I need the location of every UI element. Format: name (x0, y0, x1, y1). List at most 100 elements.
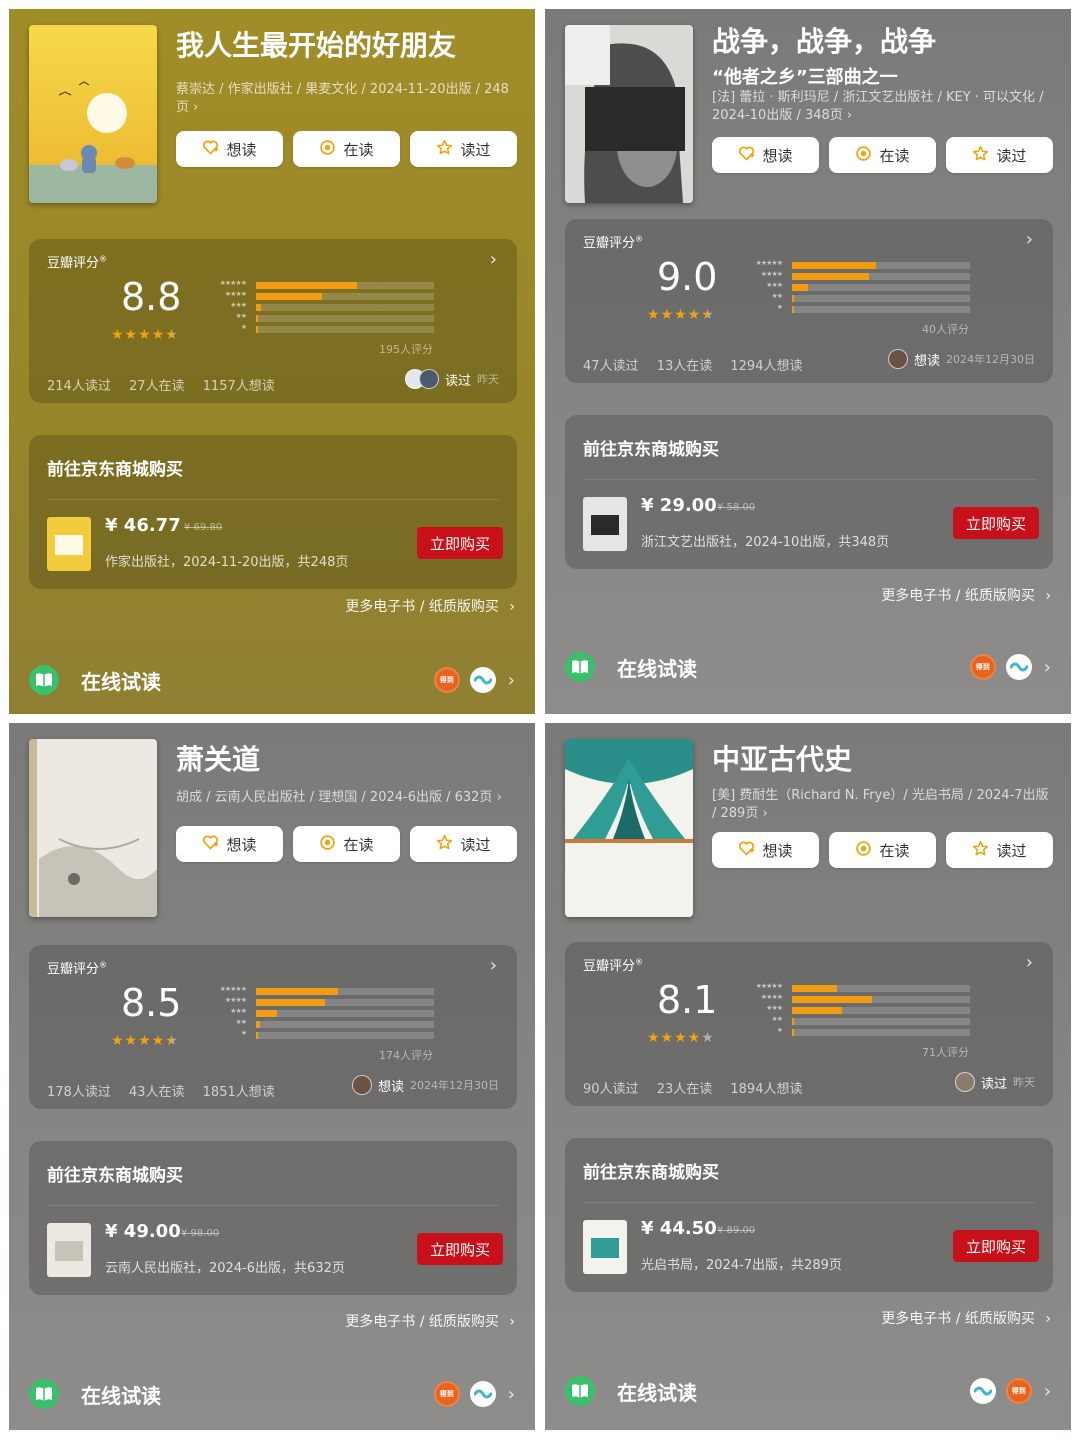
friend-avatar (351, 1075, 372, 1095)
have-read-button[interactable]: 读过 (946, 137, 1053, 173)
jd-original-price: ¥ 98.00 (181, 1228, 220, 1239)
online-trial-read[interactable]: 在线试读 (565, 652, 697, 682)
product-thumbnail[interactable] (583, 1220, 627, 1274)
star-level-label: ★★ (771, 292, 783, 300)
reading-button[interactable]: 在读 (829, 832, 936, 868)
rating-bar (792, 1029, 794, 1036)
reading-providers[interactable]: 得到 › (433, 1381, 515, 1407)
buy-now-button[interactable]: 立即购买 (953, 1230, 1039, 1262)
book-meta[interactable]: [法] 蕾拉 · 斯利玛尼 / 浙江文艺出版社 / KEY · 可以文化 / 2… (712, 89, 1057, 125)
book-cover[interactable] (565, 739, 693, 917)
star-level-label: ★ (240, 323, 247, 331)
product-thumbnail[interactable] (47, 517, 91, 571)
want-to-read-button[interactable]: 想读 (176, 826, 283, 862)
reading-providers[interactable]: 得到 › (969, 654, 1051, 680)
book-cover[interactable] (565, 25, 693, 203)
star-level-label: ★★★★ (224, 290, 247, 298)
book-cover[interactable] (29, 25, 157, 203)
jd-purchase-card: 前往京东商城购买 ¥ 46.77 ¥ 69.80 作家出版社，2024-11-2… (29, 435, 517, 589)
more-purchase-link[interactable]: 更多电子书 / 纸质版购买 › (881, 1308, 1051, 1328)
book-meta[interactable]: 胡成 / 云南人民出版社 / 理想国 / 2024-6出版 / 632页 › (176, 789, 521, 807)
buy-now-button[interactable]: 立即购买 (417, 1233, 503, 1265)
wechat-read-app-icon[interactable] (1005, 654, 1032, 680)
rating-stars: ★★★★★ (111, 1033, 179, 1049)
chevron-right-icon: › (489, 955, 497, 976)
jd-price: ¥ 46.77 (105, 515, 181, 536)
friend-activity[interactable]: 读过 昨天 (954, 1072, 1035, 1092)
friend-activity[interactable]: 读过 昨天 (404, 369, 499, 389)
dedao-app-icon[interactable]: 得到 (1005, 1378, 1032, 1404)
friend-avatar (954, 1072, 975, 1092)
read-count: 90人读过 (583, 1082, 639, 1097)
jd-product-info: 云南人民出版社，2024-6出版，共632页 (105, 1261, 345, 1276)
have-read-button[interactable]: 读过 (410, 826, 517, 862)
star-level-label: ★★★★ (224, 996, 247, 1004)
friend-action: 读过 (444, 373, 471, 389)
more-purchase-link[interactable]: 更多电子书 / 纸质版购买 › (345, 1311, 515, 1331)
star-level-label: ★★★★ (760, 993, 783, 1001)
rating-distribution-row: ★ (201, 1029, 441, 1041)
rating-card[interactable]: 豆瓣评分® › 8.8 ★★★★★ ★★★★★ ★★★★ ★★★ ★★ ★ 19… (29, 239, 517, 403)
read-count: 214人读过 (47, 379, 111, 394)
jd-price: ¥ 44.50 (641, 1218, 717, 1239)
online-trial-read[interactable]: 在线试读 (29, 1379, 161, 1409)
target-icon (319, 834, 336, 855)
more-purchase-link[interactable]: 更多电子书 / 纸质版购买 › (881, 585, 1051, 605)
rating-bar (792, 262, 876, 269)
divider (583, 479, 1035, 480)
book-panel: 萧关道 胡成 / 云南人民出版社 / 理想国 / 2024-6出版 / 632页… (9, 723, 535, 1430)
dedao-app-icon[interactable]: 得到 (433, 1381, 460, 1407)
reading-providers[interactable]: 得到 › (433, 667, 515, 693)
have-read-button[interactable]: 读过 (410, 131, 517, 167)
rating-card[interactable]: 豆瓣评分® › 8.1 ★★★★★ ★★★★★ ★★★★ ★★★ ★★ ★ 71… (565, 942, 1053, 1106)
heart-plus-icon (202, 834, 219, 855)
reading-button[interactable]: 在读 (829, 137, 936, 173)
reading-button[interactable]: 在读 (293, 131, 400, 167)
rating-card[interactable]: 豆瓣评分® › 9.0 ★★★★★ ★★★★★ ★★★★ ★★★ ★★ ★ 40… (565, 219, 1053, 383)
have-read-button[interactable]: 读过 (946, 832, 1053, 868)
product-thumbnail[interactable] (47, 1223, 91, 1277)
book-meta[interactable]: 蔡崇达 / 作家出版社 / 果麦文化 / 2024-11-20出版 / 248页… (176, 81, 521, 117)
reading-count: 23人在读 (656, 1082, 713, 1097)
dedao-app-icon[interactable]: 得到 (969, 654, 996, 680)
book-meta[interactable]: [美] 费耐生（Richard N. Frye）/ 光启书局 / 2024-7出… (712, 787, 1057, 823)
book-cover[interactable] (29, 739, 157, 917)
more-purchase-link[interactable]: 更多电子书 / 纸质版购买 › (345, 596, 515, 616)
want-count: 1851人想读 (202, 1085, 275, 1100)
online-trial-read[interactable]: 在线试读 (565, 1376, 697, 1406)
friend-activity[interactable]: 想读 2024年12月30日 (351, 1075, 499, 1095)
want-to-read-button[interactable]: 想读 (712, 137, 819, 173)
star-icon (972, 840, 989, 861)
star-level-label: ★ (776, 303, 783, 311)
wechat-read-app-icon[interactable] (969, 1378, 996, 1404)
dedao-app-icon[interactable]: 得到 (433, 667, 460, 693)
star-icon (436, 139, 453, 160)
online-trial-label: 在线试读 (617, 656, 697, 681)
rating-card[interactable]: 豆瓣评分® › 8.5 ★★★★★ ★★★★★ ★★★★ ★★★ ★★ ★ 17… (29, 945, 517, 1109)
star-icon (972, 145, 989, 166)
chevron-right-icon: › (1045, 1311, 1051, 1327)
want-to-read-button[interactable]: 想读 (176, 131, 283, 167)
star-level-label: ★★ (771, 1015, 783, 1023)
wechat-read-app-icon[interactable] (469, 667, 496, 693)
rating-distribution-row: ★ (737, 1026, 977, 1038)
star-icon (436, 834, 453, 855)
friend-activity[interactable]: 想读 2024年12月30日 (887, 349, 1035, 369)
want-to-read-button[interactable]: 想读 (712, 832, 819, 868)
heart-plus-icon (202, 139, 219, 160)
rating-stars: ★★★★★ (111, 327, 179, 343)
jd-product-info: 作家出版社，2024-11-20出版，共248页 (105, 555, 349, 570)
buy-now-button[interactable]: 立即购买 (953, 507, 1039, 539)
product-thumbnail[interactable] (583, 497, 627, 551)
rating-bar (792, 284, 809, 291)
rating-bar (256, 999, 326, 1006)
book-title: 萧关道 (176, 743, 261, 776)
rating-distribution-row: ★★ (201, 312, 441, 324)
rating-bar (792, 985, 837, 992)
reading-providers[interactable]: 得到 › (969, 1378, 1051, 1404)
online-trial-read[interactable]: 在线试读 (29, 665, 161, 695)
rating-bar (256, 315, 258, 322)
wechat-read-app-icon[interactable] (469, 1381, 496, 1407)
reading-button[interactable]: 在读 (293, 826, 400, 862)
buy-now-button[interactable]: 立即购买 (417, 527, 503, 559)
